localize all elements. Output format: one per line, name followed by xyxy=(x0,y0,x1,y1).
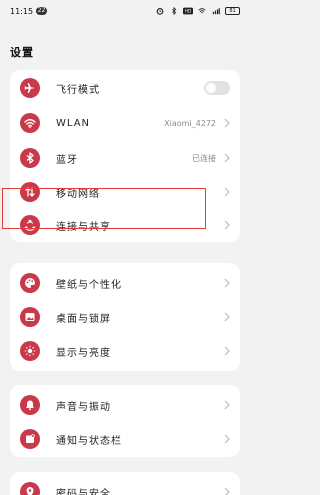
settings-item-label: WLAN xyxy=(56,117,91,129)
wlan-network-name: Xiaomi_4272 xyxy=(164,118,216,128)
settings-item-password-security[interactable]: 密码与安全 xyxy=(10,474,240,495)
settings-card-security: 密码与安全 xyxy=(10,472,240,495)
toggle-knob xyxy=(206,83,216,93)
svg-text:HD: HD xyxy=(185,9,191,14)
chevron-right-icon xyxy=(224,434,230,444)
palette-icon xyxy=(20,273,40,293)
settings-item-wallpaper[interactable]: 壁纸与个性化 xyxy=(10,265,240,301)
location-icon xyxy=(20,482,40,495)
settings-item-label: 声音与振动 xyxy=(56,401,111,413)
chevron-right-icon xyxy=(224,400,230,410)
chevron-right-icon xyxy=(224,312,230,322)
chevron-right-icon xyxy=(224,278,230,288)
status-bar: 11:15 22 HD 81 xyxy=(0,0,250,22)
settings-item-display-brightness[interactable]: 显示与亮度 xyxy=(10,333,240,369)
settings-item-wlan[interactable]: WLAN Xiaomi_4272 xyxy=(10,105,240,141)
bell-icon xyxy=(20,395,40,415)
notification-icon xyxy=(20,429,40,449)
settings-item-label: 密码与安全 xyxy=(56,488,111,495)
bluetooth-status: 已连接 xyxy=(192,153,216,163)
settings-card-sound-notify: 声音与振动 通知与状态栏 xyxy=(10,385,240,457)
status-left: 11:15 22 xyxy=(10,6,48,16)
settings-item-desktop-lockscreen[interactable]: 桌面与锁屏 xyxy=(10,299,240,335)
chevron-right-icon xyxy=(224,487,230,495)
brightness-icon xyxy=(20,341,40,361)
image-icon xyxy=(20,307,40,327)
settings-item-label: 壁纸与个性化 xyxy=(56,279,122,291)
settings-item-label: 飞行模式 xyxy=(56,84,100,96)
settings-item-airplane-mode[interactable]: 飞行模式 xyxy=(10,70,240,106)
settings-item-label: 显示与亮度 xyxy=(56,347,111,359)
status-right: HD 81 xyxy=(155,7,240,15)
settings-card-display: 壁纸与个性化 桌面与锁屏 显示与亮度 xyxy=(10,263,240,371)
page-title: 设置 xyxy=(10,46,34,59)
hd-icon: HD xyxy=(183,7,193,15)
wifi-status-icon xyxy=(198,8,206,14)
settings-item-label: 桌面与锁屏 xyxy=(56,313,111,325)
chevron-right-icon xyxy=(224,187,230,197)
status-time: 11:15 xyxy=(10,6,34,16)
signal-icon xyxy=(212,8,220,15)
highlight-box xyxy=(2,188,206,229)
settings-item-label: 通知与状态栏 xyxy=(56,435,122,447)
chevron-right-icon xyxy=(224,118,230,128)
bluetooth-icon xyxy=(20,148,40,168)
chevron-right-icon xyxy=(224,153,230,163)
bluetooth-status-icon xyxy=(172,7,177,15)
battery-icon: 81 xyxy=(225,7,240,15)
settings-item-bluetooth[interactable]: 蓝牙 已连接 xyxy=(10,140,240,176)
wifi-icon xyxy=(20,113,40,133)
settings-item-label: 蓝牙 xyxy=(56,154,78,166)
airplane-mode-toggle[interactable] xyxy=(204,81,230,95)
airplane-icon xyxy=(20,78,40,98)
notification-count-badge: 22 xyxy=(36,7,48,15)
settings-item-notifications[interactable]: 通知与状态栏 xyxy=(10,421,240,457)
settings-item-sound-vibration[interactable]: 声音与振动 xyxy=(10,387,240,423)
alarm-icon xyxy=(156,8,164,15)
chevron-right-icon xyxy=(224,346,230,356)
chevron-right-icon xyxy=(224,220,230,230)
